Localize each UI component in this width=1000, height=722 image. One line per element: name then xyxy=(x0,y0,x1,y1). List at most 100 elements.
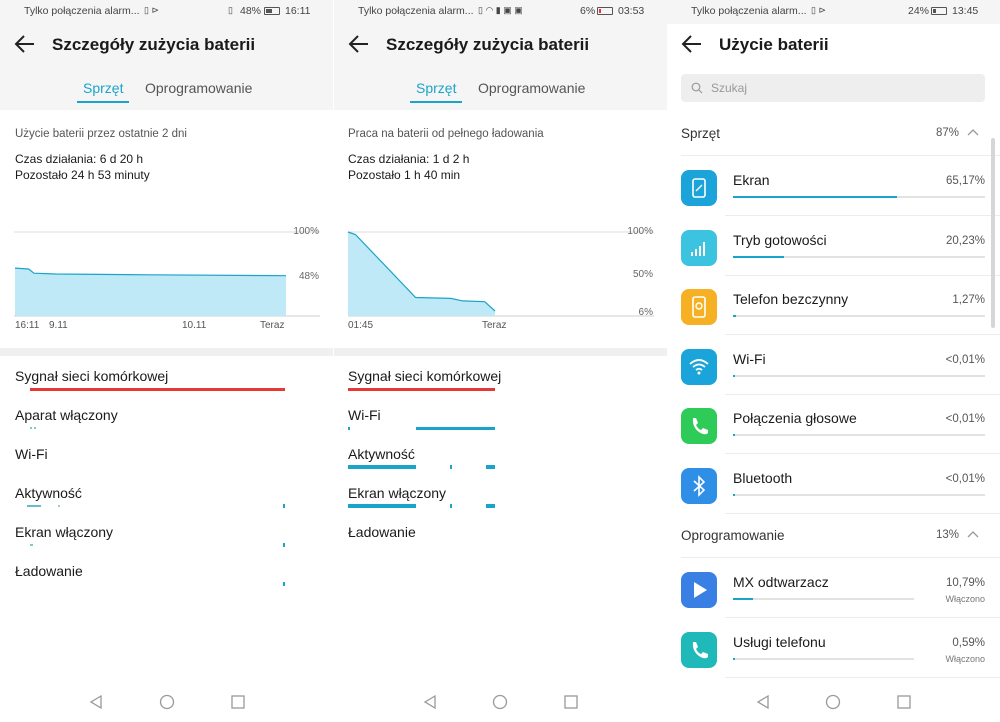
tab-software[interactable]: Oprogramowanie xyxy=(145,80,252,96)
item-name: MX odtwarzacz xyxy=(733,574,829,590)
usage-bar xyxy=(733,255,985,258)
status-bar: Tylko połączenia alarm... ▯ ⊳ ▯ 48% 16:1… xyxy=(0,0,333,24)
signal-icon xyxy=(681,229,717,266)
nav-home-icon[interactable] xyxy=(159,694,175,710)
signal-bar-wifi-2 xyxy=(416,427,495,430)
nav-recents-icon[interactable] xyxy=(230,694,246,710)
item-percent: 10,79% xyxy=(945,577,985,589)
y-tick-label: 48% xyxy=(299,271,319,282)
search-placeholder: Szukaj xyxy=(711,81,748,95)
list-item[interactable]: Ekran 65,17% xyxy=(667,156,1000,216)
signal-bar-cellular xyxy=(348,388,495,391)
back-arrow-icon[interactable] xyxy=(14,34,36,54)
search-icon xyxy=(691,82,703,94)
status-icons: ▯ ⊳ xyxy=(811,5,826,15)
section-divider xyxy=(0,348,333,356)
y-tick-label: 100% xyxy=(627,226,653,237)
signal-bar-activity-2 xyxy=(450,465,452,469)
app-header: Szczegóły zużycia baterii xyxy=(0,24,333,66)
navigation-bar xyxy=(667,690,1000,722)
list-item[interactable]: Wi-Fi <0,01% xyxy=(667,335,1000,395)
item-name: Połączenia głosowe xyxy=(733,410,857,427)
usage-bar xyxy=(733,598,914,600)
battery-usage-screen: Tylko połączenia alarm... ▯ ⊳ 24% 13:45 … xyxy=(667,0,1000,722)
nav-back-icon[interactable] xyxy=(422,694,438,710)
list-item[interactable]: Telefon bezczynny 1,27% xyxy=(667,275,1000,336)
remaining-text: Pozostało 1 h 40 min xyxy=(348,168,461,182)
nav-home-icon[interactable] xyxy=(492,694,508,710)
list-item[interactable]: Usługi telefonu 0,59% Włączono xyxy=(667,618,1000,678)
status-text: Tylko połączenia alarm... xyxy=(24,5,140,17)
item-status: Włączono xyxy=(945,594,985,604)
app-header: Użycie baterii xyxy=(667,24,1000,66)
usage-bar xyxy=(733,657,914,660)
status-icons: ▯ ◠ ▮ ▣ ▣ xyxy=(478,5,523,15)
x-tick-label: 9.11 xyxy=(49,320,68,331)
signal-label-cellular: Sygnał sieci komórkowej xyxy=(15,368,169,384)
usage-bar-fill xyxy=(733,196,898,198)
signal-bar-camera xyxy=(30,427,32,429)
signal-label-activity: Aktywność xyxy=(15,485,82,501)
signal-bar-activity-3 xyxy=(283,504,285,508)
signal-label-cellular: Sygnał sieci komórkowej xyxy=(348,368,502,384)
list-item[interactable]: Bluetooth <0,01% xyxy=(667,454,1000,514)
search-input[interactable]: Szukaj xyxy=(681,74,985,102)
x-tick-label: 16:11 xyxy=(15,320,40,331)
nav-back-icon[interactable] xyxy=(88,694,104,710)
collapse-hardware-icon[interactable] xyxy=(967,128,979,136)
signal-label-screen: Ekran włączony xyxy=(348,485,447,501)
nav-back-icon[interactable] xyxy=(755,694,771,710)
page-title: Użycie baterii xyxy=(719,35,829,54)
tab-software[interactable]: Oprogramowanie xyxy=(478,80,585,96)
y-tick-label: 50% xyxy=(633,269,653,280)
x-tick-label: Teraz xyxy=(260,320,284,331)
battery-area xyxy=(348,232,495,316)
y-tick-label: 6% xyxy=(639,307,654,318)
tabs: Sprzęt Oprogramowanie xyxy=(0,66,333,110)
signal-label-wifi: Wi-Fi xyxy=(15,446,48,462)
section-software-percent: 13% xyxy=(936,529,960,541)
usage-bar-fill xyxy=(733,374,735,377)
page-title: Szczegóły zużycia baterii xyxy=(52,35,256,54)
usage-bar xyxy=(733,196,985,198)
item-percent: 65,17% xyxy=(945,175,985,187)
app-header: Szczegóły zużycia baterii xyxy=(334,24,667,66)
list-item[interactable]: Tryb gotowości 20,23% xyxy=(667,216,1000,276)
item-percent: 0,59% xyxy=(952,636,985,649)
signal-bar-screen-3 xyxy=(486,504,495,508)
screens: Tylko połączenia alarm... ▯ ⊳ ▯ 48% 16:1… xyxy=(0,0,1000,722)
item-name: Usługi telefonu xyxy=(733,633,826,650)
signal-label-camera: Aparat włączony xyxy=(15,407,118,423)
nav-home-icon[interactable] xyxy=(825,694,841,710)
nav-recents-icon[interactable] xyxy=(896,694,912,710)
back-arrow-icon[interactable] xyxy=(348,34,370,54)
usage-bar-fill xyxy=(733,494,735,496)
battery-details-screen-1: Tylko połączenia alarm... ▯ ⊳ ▯ 48% 16:1… xyxy=(0,0,333,722)
list-item[interactable]: MX odtwarzacz 10,79% Włączono xyxy=(667,558,1000,618)
battery-icon xyxy=(597,7,613,15)
signal-bar-activity xyxy=(27,505,41,507)
list-item[interactable]: Połączenia głosowe <0,01% xyxy=(667,394,1000,455)
section-divider xyxy=(334,348,667,356)
scrollbar[interactable] xyxy=(991,138,995,328)
usage-bar xyxy=(733,315,985,318)
signal-bar-screen-2 xyxy=(450,504,452,508)
item-percent: 1,27% xyxy=(952,294,985,307)
clock: 03:53 xyxy=(618,5,645,17)
back-arrow-icon[interactable] xyxy=(681,34,703,54)
section-hardware-label: Sprzęt xyxy=(681,126,721,141)
collapse-software-icon[interactable] xyxy=(967,530,979,538)
play-icon xyxy=(681,572,717,608)
signal-bar-screen-2 xyxy=(283,543,285,547)
item-percent: <0,01% xyxy=(945,413,985,426)
tab-hardware[interactable]: Sprzęt xyxy=(77,80,130,103)
item-percent: <0,01% xyxy=(945,353,985,366)
phone-service-icon xyxy=(681,631,717,668)
nav-recents-icon[interactable] xyxy=(563,694,579,710)
usage-description: Praca na baterii od pełnego ładowania xyxy=(348,128,544,140)
battery-level-chart: 100% 48% 16:11 9.11 10.11 Teraz xyxy=(14,226,320,331)
tab-hardware[interactable]: Sprzęt xyxy=(410,80,463,103)
usage-bar xyxy=(733,434,985,437)
usage-bar xyxy=(733,494,985,496)
item-name: Ekran xyxy=(733,172,770,188)
